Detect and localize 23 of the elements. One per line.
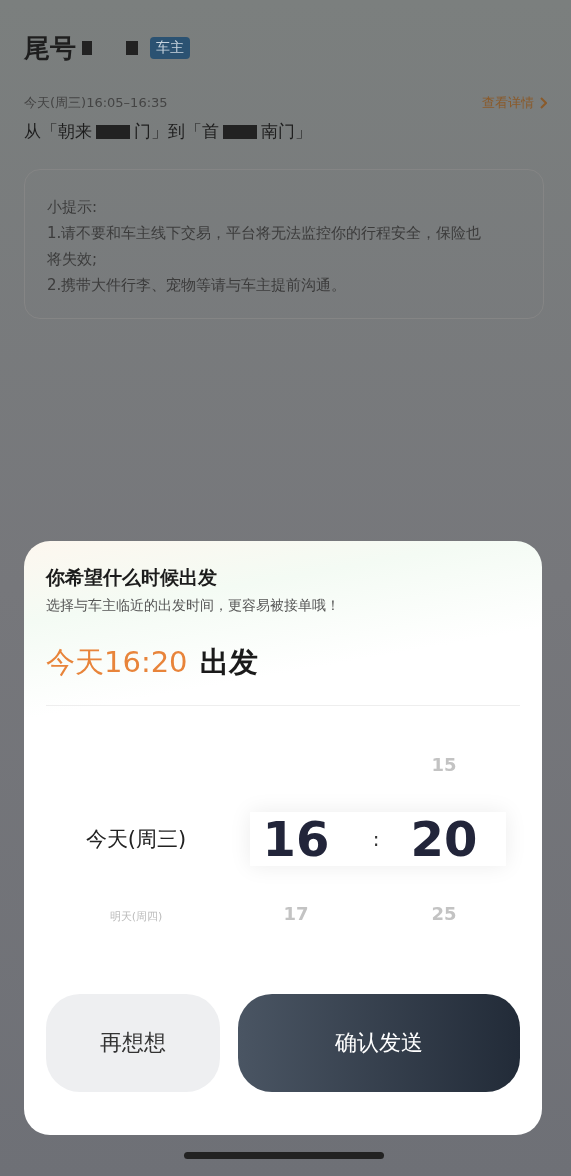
route-text: 从「朝来 (24, 120, 92, 143)
time-separator: : (372, 827, 380, 851)
cancel-button[interactable]: 再想想 (46, 994, 220, 1092)
chevron-icon (539, 97, 547, 109)
selected-time: 今天16:20 (46, 644, 188, 681)
route-text: 门」到「首 (134, 120, 219, 143)
route-text: 南门」 (261, 120, 312, 143)
redaction-block (223, 124, 257, 139)
tip-text: 1.请不要和车主线下交易，平台将无法监控你的行程安全，保险也将失效; (47, 223, 483, 270)
plate-label: 尾号 (24, 31, 76, 65)
driver-badge: 车主 (150, 37, 190, 59)
picker-option[interactable]: 20 (410, 811, 478, 867)
depart-label: 出发 (199, 644, 258, 681)
picker-option[interactable]: 今天(周三) (85, 825, 187, 853)
confirm-button[interactable]: 确认发送 (238, 994, 520, 1092)
tip-text: 2.携带大件行李、宠物等请与车主提前沟通。 (47, 275, 348, 296)
sheet-subtitle: 选择与车主临近的出发时间，更容易被接单哦！ (46, 597, 341, 615)
redaction-block (96, 124, 130, 139)
redaction-block (82, 41, 92, 55)
sheet-title: 你希望什么时候出发 (46, 565, 218, 590)
tip-text: 小提示: (47, 197, 99, 218)
redaction-block (126, 41, 138, 55)
picker-option[interactable]: 16 (262, 811, 330, 867)
